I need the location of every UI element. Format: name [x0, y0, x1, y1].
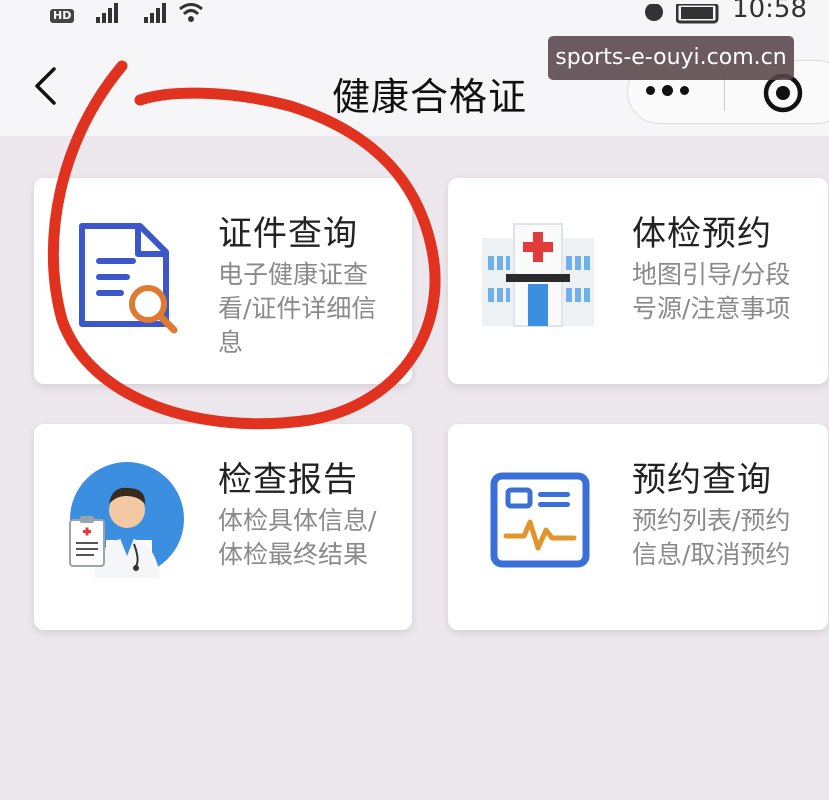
card-description: 体检具体信息/体检最终结果: [218, 506, 377, 569]
card-title: 证件查询: [218, 214, 358, 254]
id-card-pulse-icon: [490, 472, 590, 568]
watermark: sports-e-ouyi.com.cn: [548, 36, 794, 80]
wifi-icon: [179, 3, 204, 22]
card-exam-report[interactable]: 检查报告 体检具体信息/体检最终结果: [34, 424, 412, 630]
signal-icon-2: [144, 3, 167, 23]
card-exam-appointment[interactable]: 体检预约 地图引导/分段号源/注意事项: [448, 178, 828, 384]
more-dots-icon[interactable]: [646, 85, 689, 96]
battery-icon: [676, 4, 719, 24]
alarm-icon: [645, 4, 664, 21]
hospital-icon: [482, 223, 594, 327]
card-appointment-query[interactable]: 预约查询 预约列表/预约信息/取消预约: [448, 424, 828, 630]
card-title: 体检预约: [632, 214, 772, 254]
clock-time: 10:58: [732, 0, 807, 24]
status-bar: HD 10:58: [0, 0, 829, 26]
card-description: 地图引导/分段号源/注意事项: [632, 260, 791, 323]
card-title: 预约查询: [632, 460, 772, 500]
document-search-icon: [79, 223, 178, 334]
card-description: 电子健康证查看/证件详细信息: [218, 260, 377, 357]
card-title: 检查报告: [218, 460, 358, 500]
status-right: 10:58: [642, 0, 807, 26]
card-description: 预约列表/预约信息/取消预约: [632, 506, 791, 569]
card-certificate-query[interactable]: 证件查询 电子健康证查看/证件详细信息: [34, 178, 412, 384]
hd-badge: HD: [50, 9, 75, 23]
signal-icon: [96, 3, 119, 23]
status-left: HD: [50, 0, 204, 26]
doctor-icon: [69, 462, 184, 578]
